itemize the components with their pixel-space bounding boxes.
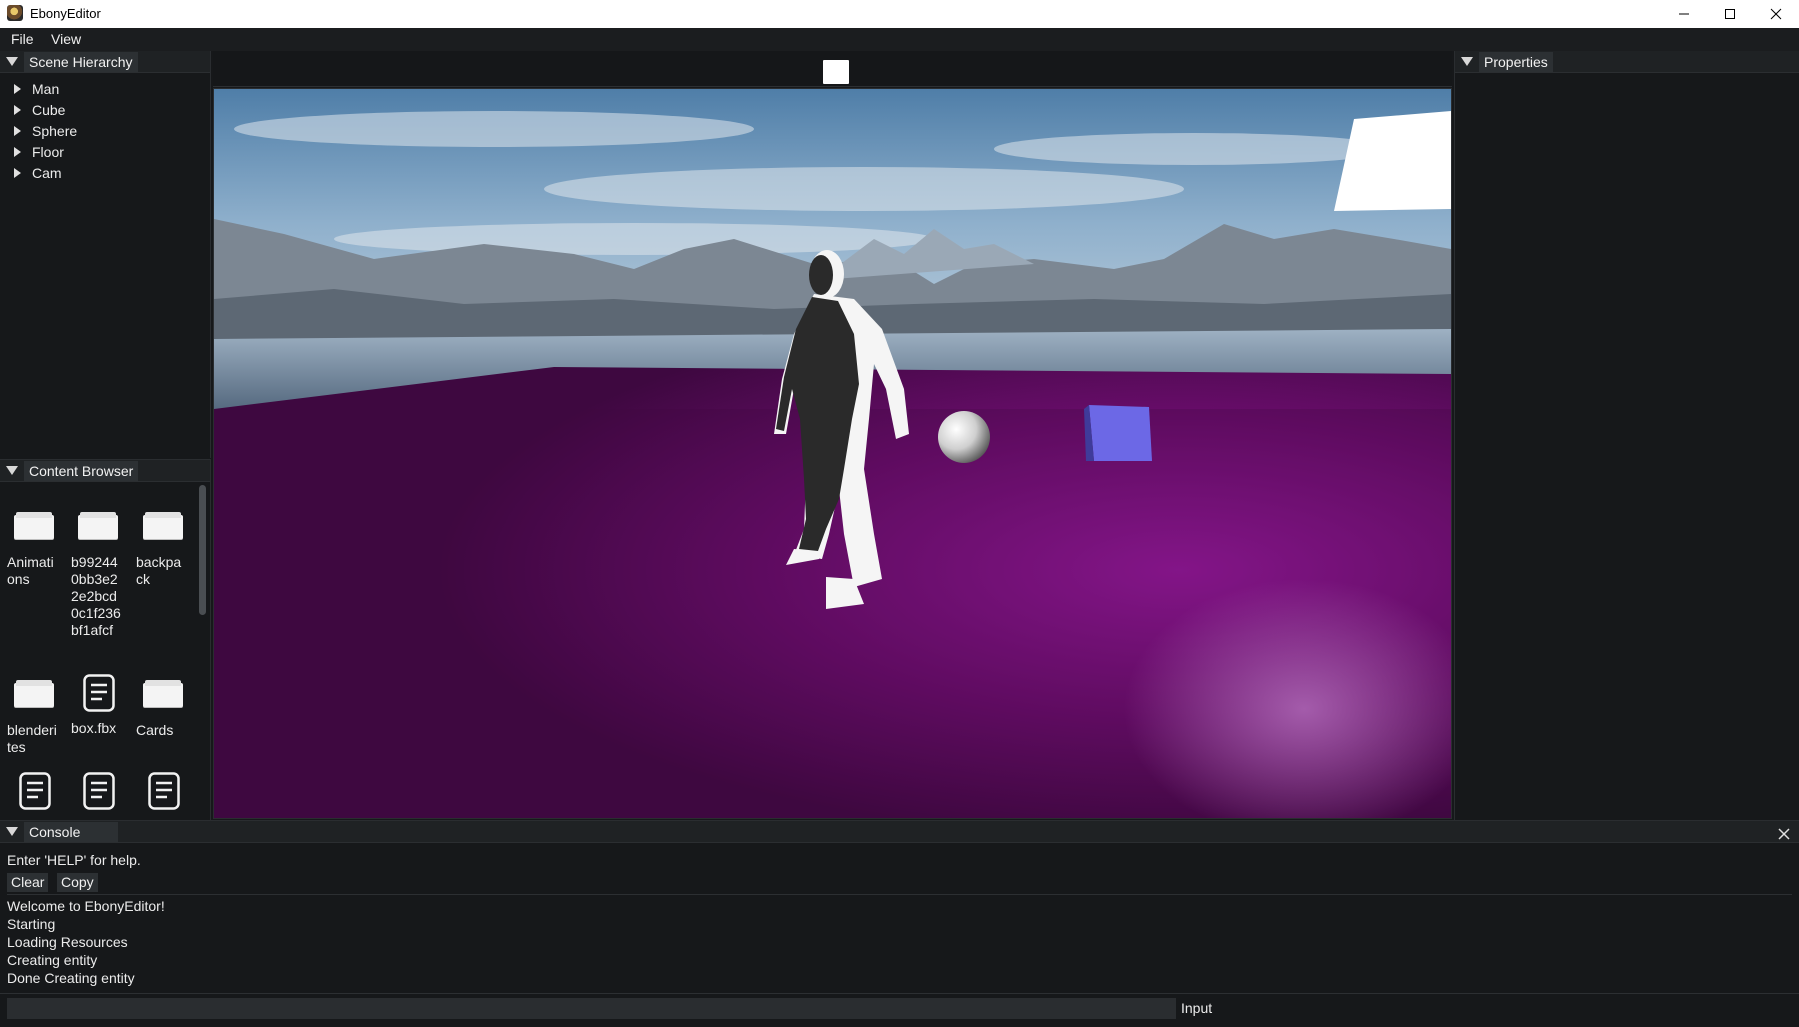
tree-item-label: Cam [32,165,62,181]
console-help-text: Enter 'HELP' for help. [7,852,141,868]
file-icon [83,674,115,712]
close-icon [1778,828,1790,840]
tree-item-label: Cube [32,102,66,118]
tree-item-sphere[interactable]: Sphere [14,123,77,139]
content-browser-panel: Content Browser Animations b992440bb3e22… [0,459,211,820]
content-item-box-fbx[interactable]: box.fbx [71,672,123,737]
cube-object [1084,405,1152,461]
console-header[interactable]: Console [0,821,1799,843]
console-input-label: Input [1181,1000,1213,1016]
folder-icon [14,512,54,542]
folder-icon [14,680,54,710]
collapse-triangle-icon[interactable] [1461,57,1473,66]
content-browser-title: Content Browser [24,461,139,481]
collapse-triangle-icon[interactable] [6,827,18,836]
content-item-label: backpack [136,554,182,587]
tree-item-label: Man [32,81,60,97]
console-log-line: Done Creating entity [7,970,135,986]
divider [0,993,1799,994]
scene-hierarchy-title: Scene Hierarchy [24,52,138,72]
expand-arrow-icon[interactable] [14,168,21,178]
content-item-label: box.fbx [71,720,117,736]
collapse-triangle-icon[interactable] [6,57,18,66]
file-icon [83,772,115,810]
scene-hierarchy-header[interactable]: Scene Hierarchy [0,51,210,73]
expand-arrow-icon[interactable] [14,126,21,136]
clear-button[interactable]: Clear [7,873,49,892]
tree-item-cam[interactable]: Cam [14,165,62,181]
viewport-render [214,89,1451,818]
content-item-animations[interactable]: Animations [7,504,59,588]
content-item-label: blenderites [7,722,57,755]
window-titlebar: EbonyEditor [0,0,1799,28]
divider [7,894,1792,895]
maximize-icon [1725,9,1735,19]
folder-icon [143,680,183,710]
content-item-file[interactable] [71,770,123,810]
expand-arrow-icon[interactable] [14,147,21,157]
properties-title: Properties [1479,52,1553,72]
expand-arrow-icon[interactable] [14,84,21,94]
content-item-backpack[interactable]: backpack [136,504,188,588]
play-button[interactable] [823,60,849,84]
content-browser-header[interactable]: Content Browser [0,460,210,482]
app-logo-icon [7,5,23,21]
file-icon [148,772,180,810]
content-item-blenderites[interactable]: blenderites [7,672,59,756]
console-log-line: Creating entity [7,952,98,968]
minimize-button[interactable] [1661,0,1707,28]
content-item-file[interactable] [136,770,188,810]
menu-view[interactable]: View [51,31,81,47]
expand-arrow-icon[interactable] [14,105,21,115]
file-icon [19,772,51,810]
content-item-file[interactable] [7,770,59,810]
scene-viewport[interactable] [213,88,1452,819]
sphere-object [938,411,990,463]
console-title: Console [24,822,118,842]
tree-item-cube[interactable]: Cube [14,102,65,118]
maximize-button[interactable] [1707,0,1753,28]
console-log-line: Loading Resources [7,934,128,950]
scene-hierarchy-panel: Scene Hierarchy Man Cube Sphere Floor Ca… [0,51,211,458]
console-input[interactable] [7,998,1176,1019]
tree-item-label: Sphere [32,123,78,139]
menubar: File View [0,28,1799,51]
tree-item-floor[interactable]: Floor [14,144,64,160]
window-title: EbonyEditor [30,6,101,21]
content-item-cards[interactable]: Cards [136,672,188,739]
menu-file[interactable]: File [11,31,34,47]
folder-icon [143,512,183,542]
properties-panel: Properties [1454,51,1799,820]
properties-header[interactable]: Properties [1455,51,1799,73]
content-browser-scrollbar[interactable] [199,485,206,615]
console-log-line: Starting [7,916,56,932]
content-item-label: Cards [136,722,174,738]
collapse-triangle-icon[interactable] [6,466,18,475]
minimize-icon [1679,13,1689,15]
tree-item-label: Floor [32,144,64,160]
copy-button[interactable]: Copy [57,873,98,892]
content-item-label: b992440bb3e22e2bcd0c1f236bf1afcf [71,554,121,638]
content-item-b9924[interactable]: b992440bb3e22e2bcd0c1f236bf1afcf [71,504,123,639]
content-item-label: Animations [7,554,54,587]
console-log-line: Welcome to EbonyEditor! [7,898,165,914]
tree-item-man[interactable]: Man [14,81,59,97]
close-window-button[interactable] [1753,0,1799,28]
close-icon [1770,8,1782,20]
console-close-button[interactable] [1776,826,1792,842]
console-panel: Console [0,820,1799,1027]
folder-icon [78,512,118,542]
